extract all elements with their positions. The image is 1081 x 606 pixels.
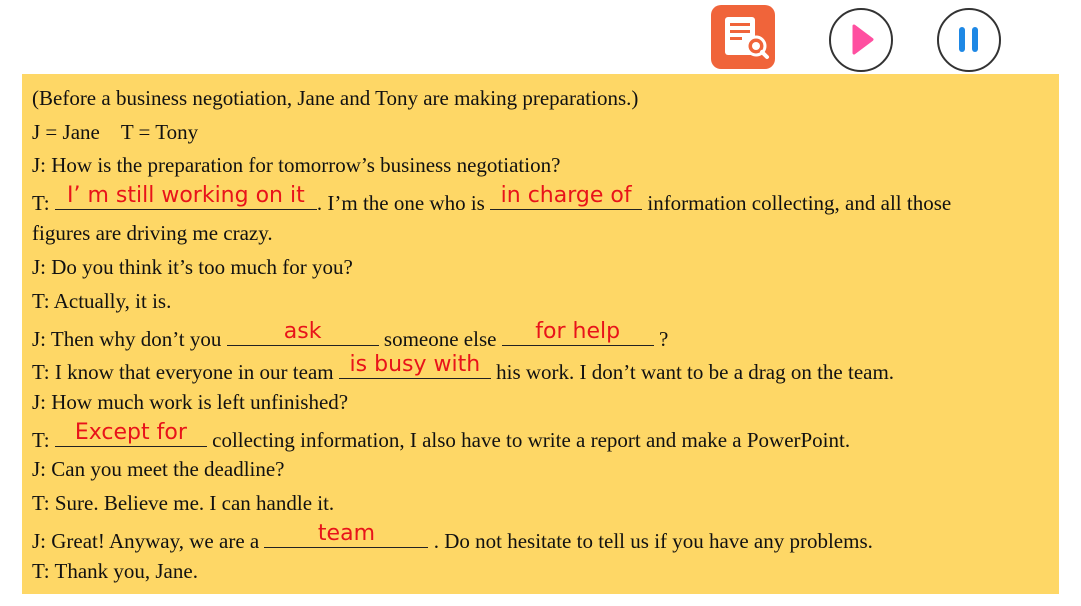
dialogue-line: J: Do you think it’s too much for you? <box>32 255 353 279</box>
dialogue-line: T: Sure. Believe me. I can handle it. <box>32 491 335 515</box>
book-search-icon <box>725 17 769 59</box>
roles-text: J = Jane T = Tony <box>32 120 199 144</box>
pause-button[interactable] <box>937 8 1001 72</box>
dialogue-line: J: How much work is left unfinished? <box>32 390 349 414</box>
dialogue-line: J: Can you meet the deadline? <box>32 457 285 481</box>
dialogue-line: T: Thank you, Jane. <box>32 559 198 583</box>
dialogue-line: J: How is the preparation for tomorrow’s… <box>32 153 561 177</box>
blank-field[interactable]: Except for <box>54 422 207 447</box>
blank-field[interactable]: in charge of <box>490 185 643 210</box>
dialogue-line: T: I’ m still working on it. I’m the one… <box>32 183 952 215</box>
blank-field[interactable]: for help <box>501 321 654 346</box>
blank-field[interactable]: team <box>264 523 429 548</box>
dialogue-line: J: Great! Anyway, we are a team . Do not… <box>32 521 873 553</box>
play-icon <box>852 24 874 55</box>
blank-field[interactable]: ask <box>226 321 379 346</box>
dialogue-panel: (Before a business negotiation, Jane and… <box>22 74 1059 594</box>
answer-text: ask <box>283 319 322 344</box>
answer-text: is busy with <box>349 352 481 377</box>
dialogue-line: T: Actually, it is. <box>32 289 172 313</box>
answer-text: in charge of <box>500 183 632 208</box>
dialogue-line: T: Except for collecting information, I … <box>32 420 851 452</box>
pause-icon <box>959 27 978 52</box>
answer-text: for help <box>535 319 621 344</box>
dialogue-line: figures are driving me crazy. <box>32 221 273 245</box>
dialogue-line: T: I know that everyone in our team is b… <box>32 352 895 384</box>
blank-field[interactable]: is busy with <box>338 354 491 379</box>
book-search-button[interactable] <box>711 5 775 69</box>
intro-text: (Before a business negotiation, Jane and… <box>32 86 639 110</box>
play-button[interactable] <box>829 8 893 72</box>
answer-text: team <box>317 521 375 546</box>
dialogue-line: J: Then why don’t you ask someone else f… <box>32 319 669 351</box>
blank-field[interactable]: I’ m still working on it <box>54 185 317 210</box>
answer-text: Except for <box>74 420 187 445</box>
answer-text: I’ m still working on it <box>67 183 305 208</box>
